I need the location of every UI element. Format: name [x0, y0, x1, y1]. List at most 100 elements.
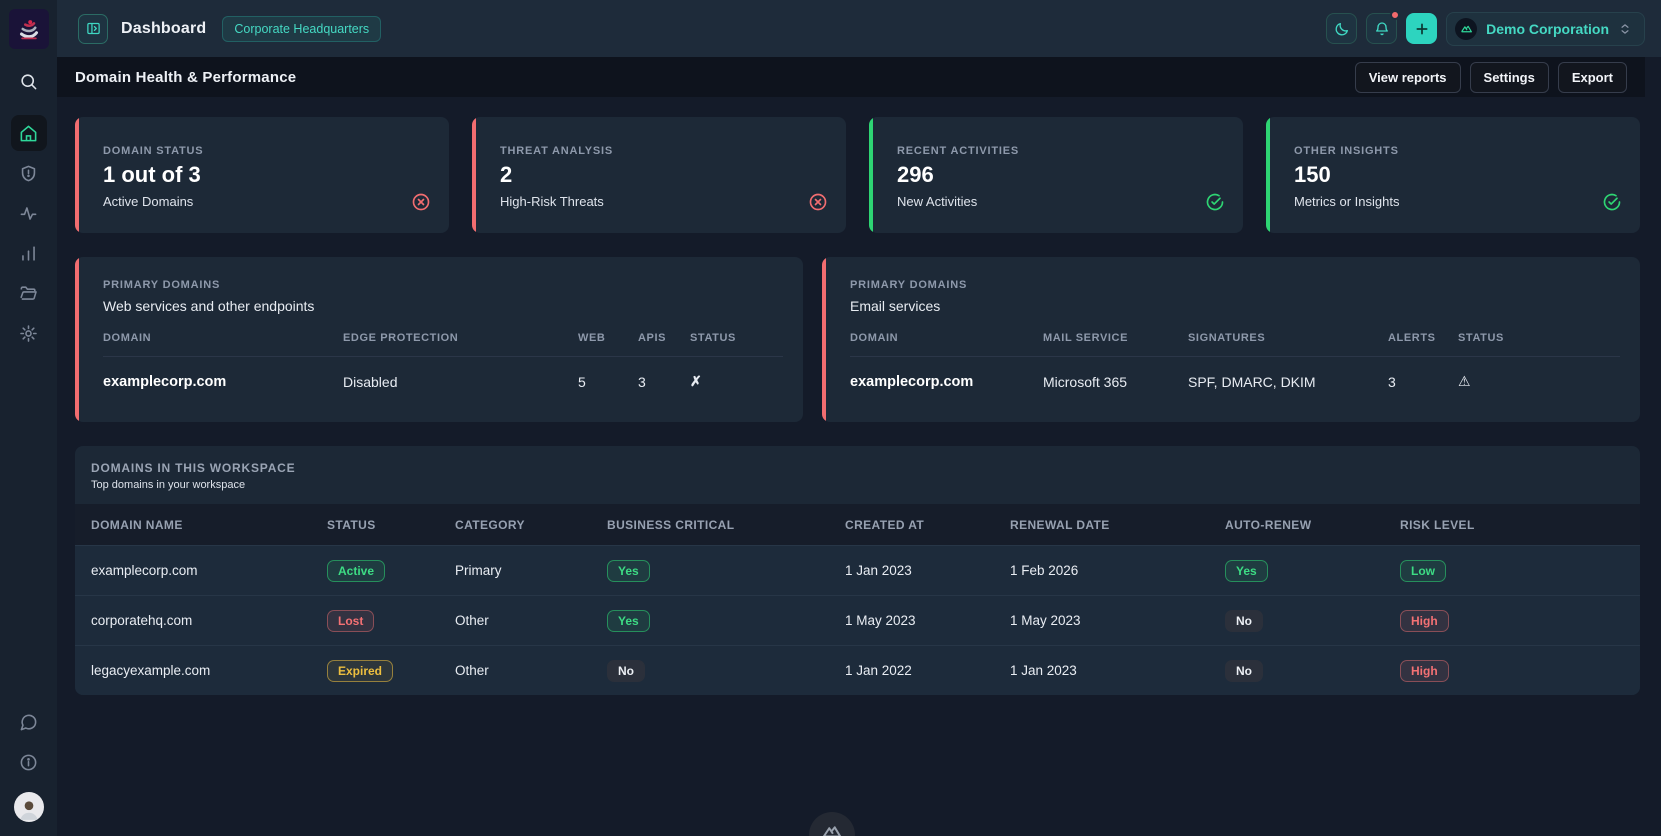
check-circle-icon [1205, 192, 1225, 217]
stat-value: 1 out of 3 [103, 162, 201, 187]
table-row[interactable]: corporatehq.com Lost Other Yes 1 May 202… [75, 595, 1640, 645]
auto-renew-badge: No [1225, 659, 1263, 682]
stat-card-other-insights[interactable]: OTHER INSIGHTS 150 Metrics or Insights [1266, 117, 1640, 233]
web-count-cell: 5 [578, 373, 586, 390]
notifications-bell-icon[interactable] [1366, 10, 1401, 44]
status-fail-icon: ✗ [690, 373, 702, 389]
created-at-cell: 1 May 2023 [845, 613, 916, 628]
chevron-up-down-icon [1618, 22, 1632, 36]
table-row[interactable]: examplecorp.com Microsoft 365 SPF, DMARC… [850, 373, 1620, 390]
stat-cards-row: DOMAIN STATUS 1 out of 3 Active Domains … [75, 117, 1640, 233]
business-critical-badge: Yes [607, 559, 650, 582]
theme-toggle-moon-icon[interactable] [1326, 13, 1358, 44]
stat-label: RECENT ACTIVITIES [897, 145, 1019, 157]
col-risk-level: RISK LEVEL [1400, 517, 1475, 532]
col-domain: DOMAIN [850, 332, 899, 344]
table-row[interactable]: legacyexample.com Expired Other No 1 Jan… [75, 645, 1640, 695]
page-title: Domain Health & Performance [75, 68, 297, 86]
business-critical-badge: No [607, 659, 645, 682]
workspace-badge[interactable]: Corporate Headquarters [222, 15, 382, 42]
search-icon[interactable] [11, 63, 47, 99]
domain-name-cell: examplecorp.com [91, 563, 198, 578]
stat-card-threat-analysis[interactable]: THREAT ANALYSIS 2 High-Risk Threats [472, 117, 846, 233]
col-mail-service: MAIL SERVICE [1043, 332, 1129, 344]
info-icon[interactable] [11, 744, 47, 780]
col-domain-name: DOMAIN NAME [91, 517, 183, 532]
web-services-panel: PRIMARY DOMAINS Web services and other e… [75, 257, 803, 422]
org-switcher[interactable]: Demo Corporation [1446, 11, 1645, 46]
user-avatar[interactable] [13, 792, 44, 822]
stat-card-recent-activities[interactable]: RECENT ACTIVITIES 296 New Activities [869, 117, 1243, 233]
col-status: STATUS [1458, 332, 1504, 344]
status-badge: Expired [327, 659, 394, 682]
col-apis: APIS [638, 332, 667, 344]
auto-renew-badge: No [1225, 609, 1263, 632]
table-row[interactable]: examplecorp.com Disabled 5 3 ✗ [103, 373, 783, 390]
table-header: DOMAIN MAIL SERVICE SIGNATURES ALERTS ST… [850, 332, 1620, 357]
status-badge: Lost [327, 609, 375, 632]
stat-value: 296 [897, 162, 934, 187]
stat-label: OTHER INSIGHTS [1294, 145, 1399, 157]
renewal-date-cell: 1 Feb 2026 [1010, 563, 1079, 578]
page-header-actions: View reports Settings Export [1354, 61, 1627, 93]
org-name: Demo Corporation [1486, 20, 1609, 37]
sidebar-item-analytics[interactable] [11, 235, 47, 271]
risk-level-badge: Low [1400, 559, 1446, 582]
sidebar-item-home[interactable] [10, 115, 47, 151]
view-reports-button[interactable]: View reports [1354, 61, 1461, 93]
x-circle-icon [411, 192, 431, 217]
col-category: CATEGORY [455, 517, 525, 532]
renewal-date-cell: 1 Jan 2023 [1010, 663, 1077, 678]
sidebar [0, 0, 57, 836]
domain-cell: examplecorp.com [103, 373, 227, 390]
domain-name-cell: corporatehq.com [91, 613, 193, 628]
col-status: STATUS [327, 517, 376, 532]
col-edge-protection: EDGE PROTECTION [343, 332, 459, 344]
category-cell: Primary [455, 563, 502, 578]
domain-cell: examplecorp.com [850, 373, 974, 390]
settings-button[interactable]: Settings [1469, 61, 1549, 93]
stat-sub: Metrics or Insights [1294, 194, 1400, 209]
page-header: Domain Health & Performance View reports… [57, 57, 1645, 97]
col-alerts: ALERTS [1388, 332, 1436, 344]
col-web: WEB [578, 332, 606, 344]
table-header: DOMAIN NAME STATUS CATEGORY BUSINESS CRI… [75, 504, 1640, 545]
topbar-actions: Demo Corporation [1326, 10, 1645, 46]
sidebar-item-files[interactable] [11, 275, 47, 311]
risk-level-badge: High [1400, 659, 1449, 682]
check-circle-icon [1602, 192, 1622, 217]
renewal-date-cell: 1 May 2023 [1010, 613, 1081, 628]
x-circle-icon [808, 192, 828, 217]
notification-dot [1390, 10, 1401, 20]
risk-level-badge: High [1400, 609, 1449, 632]
edge-protection-cell: Disabled [343, 373, 398, 390]
panel-label: PRIMARY DOMAINS [103, 279, 221, 291]
alerts-count-cell: 3 [1388, 373, 1396, 390]
add-button[interactable] [1406, 13, 1438, 44]
col-signatures: SIGNATURES [1188, 332, 1266, 344]
stat-sub: Active Domains [103, 194, 194, 209]
sidebar-item-security[interactable] [11, 155, 47, 191]
workspace-panel-header: DOMAINS IN THIS WORKSPACE Top domains in… [75, 446, 1640, 504]
sidebar-toggle-icon[interactable] [78, 13, 108, 44]
mail-service-cell: Microsoft 365 [1043, 373, 1128, 390]
stat-card-domain-status[interactable]: DOMAIN STATUS 1 out of 3 Active Domains [75, 117, 449, 233]
table-header: DOMAIN EDGE PROTECTION WEB APIS STATUS [103, 332, 783, 357]
panel-label: PRIMARY DOMAINS [850, 279, 968, 291]
workspace-domains-panel: DOMAINS IN THIS WORKSPACE Top domains in… [75, 446, 1640, 695]
topbar: Dashboard Corporate Headquarters Demo Co… [57, 0, 1661, 57]
app-logo[interactable] [0, 0, 57, 57]
status-warning-icon: ⚠ [1458, 373, 1471, 389]
export-button[interactable]: Export [1557, 61, 1627, 93]
auto-renew-badge: Yes [1225, 559, 1268, 582]
apis-count-cell: 3 [638, 373, 646, 390]
domain-name-cell: legacyexample.com [91, 663, 211, 678]
stat-sub: High-Risk Threats [500, 194, 604, 209]
email-services-panel: PRIMARY DOMAINS Email services DOMAIN MA… [822, 257, 1640, 422]
table-row[interactable]: examplecorp.com Active Primary Yes 1 Jan… [75, 545, 1640, 595]
signatures-cell: SPF, DMARC, DKIM [1188, 373, 1316, 390]
sidebar-item-activity[interactable] [11, 195, 47, 231]
sidebar-item-settings[interactable] [11, 315, 47, 351]
primary-domains-row: PRIMARY DOMAINS Web services and other e… [75, 257, 1640, 422]
chat-icon[interactable] [11, 704, 47, 740]
